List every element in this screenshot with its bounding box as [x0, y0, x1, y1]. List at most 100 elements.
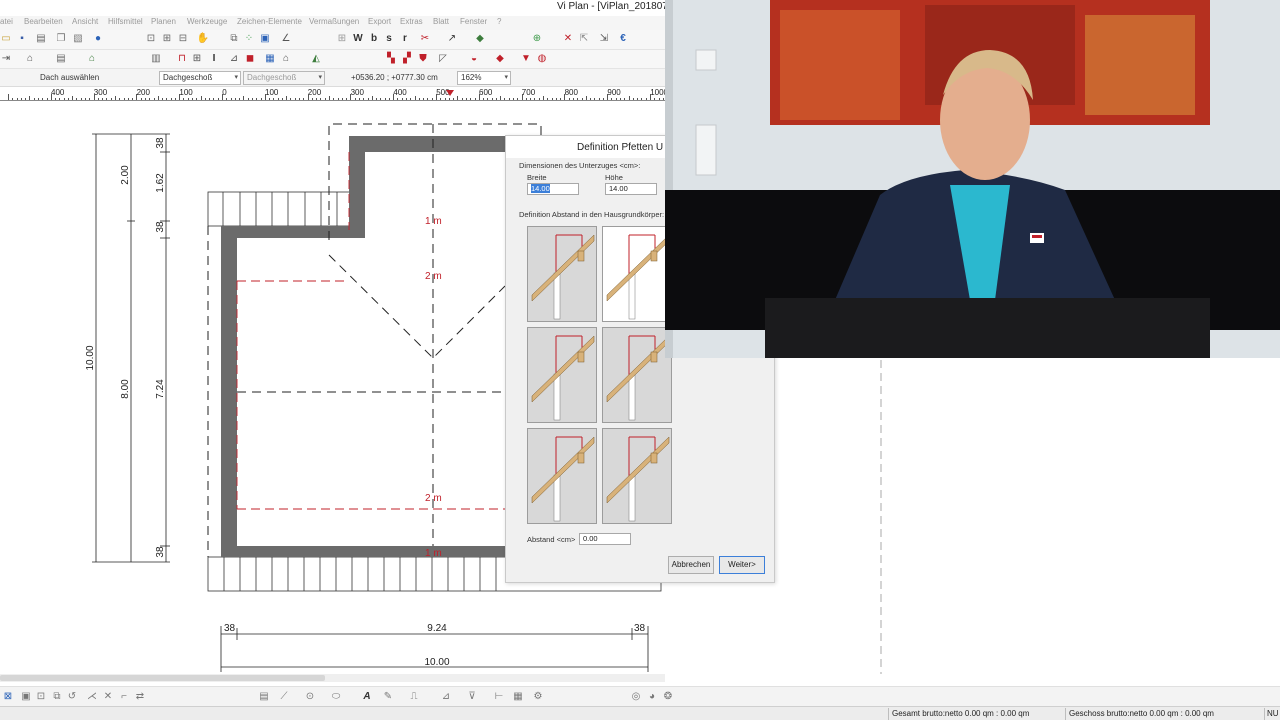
- select-icon[interactable]: ⊠: [2, 691, 14, 703]
- wall-icon[interactable]: ▥: [150, 53, 162, 65]
- hatch-icon[interactable]: ✎: [382, 691, 394, 703]
- help-icon[interactable]: ●: [92, 33, 104, 45]
- import-icon[interactable]: ⇲: [598, 33, 610, 45]
- render-icon[interactable]: ◎: [630, 691, 642, 703]
- purlin-option-2[interactable]: [602, 226, 672, 322]
- menu-extras[interactable]: Extras: [400, 17, 423, 26]
- purlin-option-4[interactable]: [602, 327, 672, 423]
- roof-fill-icon[interactable]: ◆: [494, 53, 506, 65]
- ellipse-tool-icon[interactable]: ⬭: [330, 691, 342, 703]
- zoom-select[interactable]: 162% ▾: [457, 71, 511, 85]
- dimension-tool-icon[interactable]: ⊢: [493, 691, 505, 703]
- paste-icon[interactable]: ▧: [72, 33, 84, 45]
- extend-icon[interactable]: ⌐: [118, 691, 130, 703]
- menu-export[interactable]: Export: [368, 17, 391, 26]
- house-icon[interactable]: ⌂: [86, 53, 98, 65]
- open-icon[interactable]: ▭: [0, 33, 12, 45]
- print-icon[interactable]: ▤: [35, 33, 47, 45]
- menu-window[interactable]: Fenster: [460, 17, 487, 26]
- roof-window-icon[interactable]: ◒: [468, 53, 480, 65]
- frame-icon[interactable]: ▦: [512, 691, 524, 703]
- terrain-icon[interactable]: ◭: [310, 53, 322, 65]
- lasso-icon[interactable]: ⊡: [35, 691, 47, 703]
- purlin-option-1[interactable]: [527, 226, 597, 322]
- menu-help[interactable]: ?: [497, 17, 501, 26]
- delete-icon[interactable]: ✕: [562, 33, 574, 45]
- move-element-icon[interactable]: ⇄: [134, 691, 146, 703]
- euro-icon[interactable]: €: [617, 33, 629, 45]
- angle-icon[interactable]: ∠: [280, 33, 292, 45]
- beam-icon[interactable]: ◼: [244, 53, 256, 65]
- scissors-icon[interactable]: ✂: [419, 33, 431, 45]
- menu-sheet[interactable]: Blatt: [433, 17, 449, 26]
- menu-view[interactable]: Ansicht: [72, 17, 98, 26]
- purlin-icon[interactable]: ▞: [401, 53, 413, 65]
- mirror-icon[interactable]: ⋌: [86, 691, 98, 703]
- zoom-in-icon[interactable]: ⊞: [161, 33, 173, 45]
- settings-icon[interactable]: ⚙: [532, 691, 544, 703]
- cancel-button[interactable]: Abbrechen: [668, 556, 714, 574]
- fill-icon[interactable]: ◆: [474, 33, 486, 45]
- material-icon[interactable]: ◕: [646, 691, 658, 703]
- menu-tools-aid[interactable]: Hilfsmittel: [108, 17, 143, 26]
- layer-icon[interactable]: ⊞: [336, 33, 348, 45]
- purlin-option-3[interactable]: [527, 327, 597, 423]
- text-w-icon[interactable]: W: [352, 33, 364, 45]
- menu-file[interactable]: atei: [0, 17, 13, 26]
- height-input[interactable]: 14.00: [605, 183, 657, 195]
- dimension-icon[interactable]: ▣: [259, 33, 271, 45]
- width-input[interactable]: 14.00: [527, 183, 579, 195]
- door-icon[interactable]: ⊓: [176, 53, 188, 65]
- grid-icon[interactable]: ⁘: [243, 33, 255, 45]
- column-icon[interactable]: I: [208, 53, 220, 65]
- slab-icon[interactable]: ▦: [264, 53, 276, 65]
- check-icon[interactable]: ⊕: [531, 33, 543, 45]
- line-tool-icon[interactable]: ⟋: [278, 691, 290, 703]
- copy-icon[interactable]: ❐: [55, 33, 67, 45]
- save-icon[interactable]: ▪: [16, 33, 28, 45]
- export-icon[interactable]: ⇱: [578, 33, 590, 45]
- menu-tools[interactable]: Werkzeuge: [187, 17, 227, 26]
- measure-icon[interactable]: ⊿: [440, 691, 452, 703]
- distance-input[interactable]: 0.00: [579, 533, 631, 545]
- rotate-icon[interactable]: ↺: [66, 691, 78, 703]
- floor-select-secondary[interactable]: Dachgeschoß ▾: [243, 71, 325, 85]
- snap-icon[interactable]: ⧉: [228, 33, 240, 45]
- printer-icon[interactable]: ▤: [55, 53, 67, 65]
- floor-select[interactable]: Dachgeschoß ▾: [159, 71, 241, 85]
- move-icon[interactable]: ↗: [446, 33, 458, 45]
- trim-icon[interactable]: ✕: [102, 691, 114, 703]
- light-icon[interactable]: ❂: [662, 691, 674, 703]
- window-icon[interactable]: ⊞: [191, 53, 203, 65]
- home-icon[interactable]: ⌂: [24, 53, 36, 65]
- menu-edit[interactable]: Bearbeiten: [24, 17, 63, 26]
- next-button[interactable]: Weiter>: [719, 556, 765, 574]
- zoom-window-icon[interactable]: ⊡: [145, 33, 157, 45]
- scrollbar-thumb[interactable]: [0, 675, 325, 681]
- purlin-option-6[interactable]: [602, 428, 672, 524]
- horizontal-scrollbar[interactable]: [0, 674, 665, 682]
- stair-icon[interactable]: ⊿: [228, 53, 240, 65]
- text-b-icon[interactable]: b: [368, 33, 380, 45]
- circle-tool-icon[interactable]: ⊙: [304, 691, 316, 703]
- arrow-tool-icon[interactable]: ⊽: [466, 691, 478, 703]
- text-s-icon[interactable]: s: [383, 33, 395, 45]
- clipboard-icon[interactable]: ▤: [258, 691, 270, 703]
- menu-draw-elements[interactable]: Zeichen-Elemente: [237, 17, 302, 26]
- purlin-option-5[interactable]: [527, 428, 597, 524]
- menu-dimensions[interactable]: Vermaßungen: [309, 17, 359, 26]
- rafter-icon[interactable]: ▚: [385, 53, 397, 65]
- roof-edit-icon[interactable]: ◸: [437, 53, 449, 65]
- text-r-icon[interactable]: r: [399, 33, 411, 45]
- menu-plan[interactable]: Planen: [151, 17, 176, 26]
- roof-pitch-icon[interactable]: ▼: [520, 53, 532, 65]
- text-tool-icon[interactable]: A: [361, 691, 373, 703]
- roof-icon[interactable]: ⌂: [280, 53, 292, 65]
- roof-tool-icon[interactable]: ◍: [536, 53, 548, 65]
- group-icon[interactable]: ⧉: [51, 691, 63, 703]
- dormer-icon[interactable]: ⛊: [417, 53, 429, 65]
- rect-select-icon[interactable]: ▣: [20, 691, 32, 703]
- stamp-icon[interactable]: ⎍: [408, 691, 420, 703]
- zoom-out-icon[interactable]: ⊟: [177, 33, 189, 45]
- arrow-icon[interactable]: ⇥: [0, 53, 12, 65]
